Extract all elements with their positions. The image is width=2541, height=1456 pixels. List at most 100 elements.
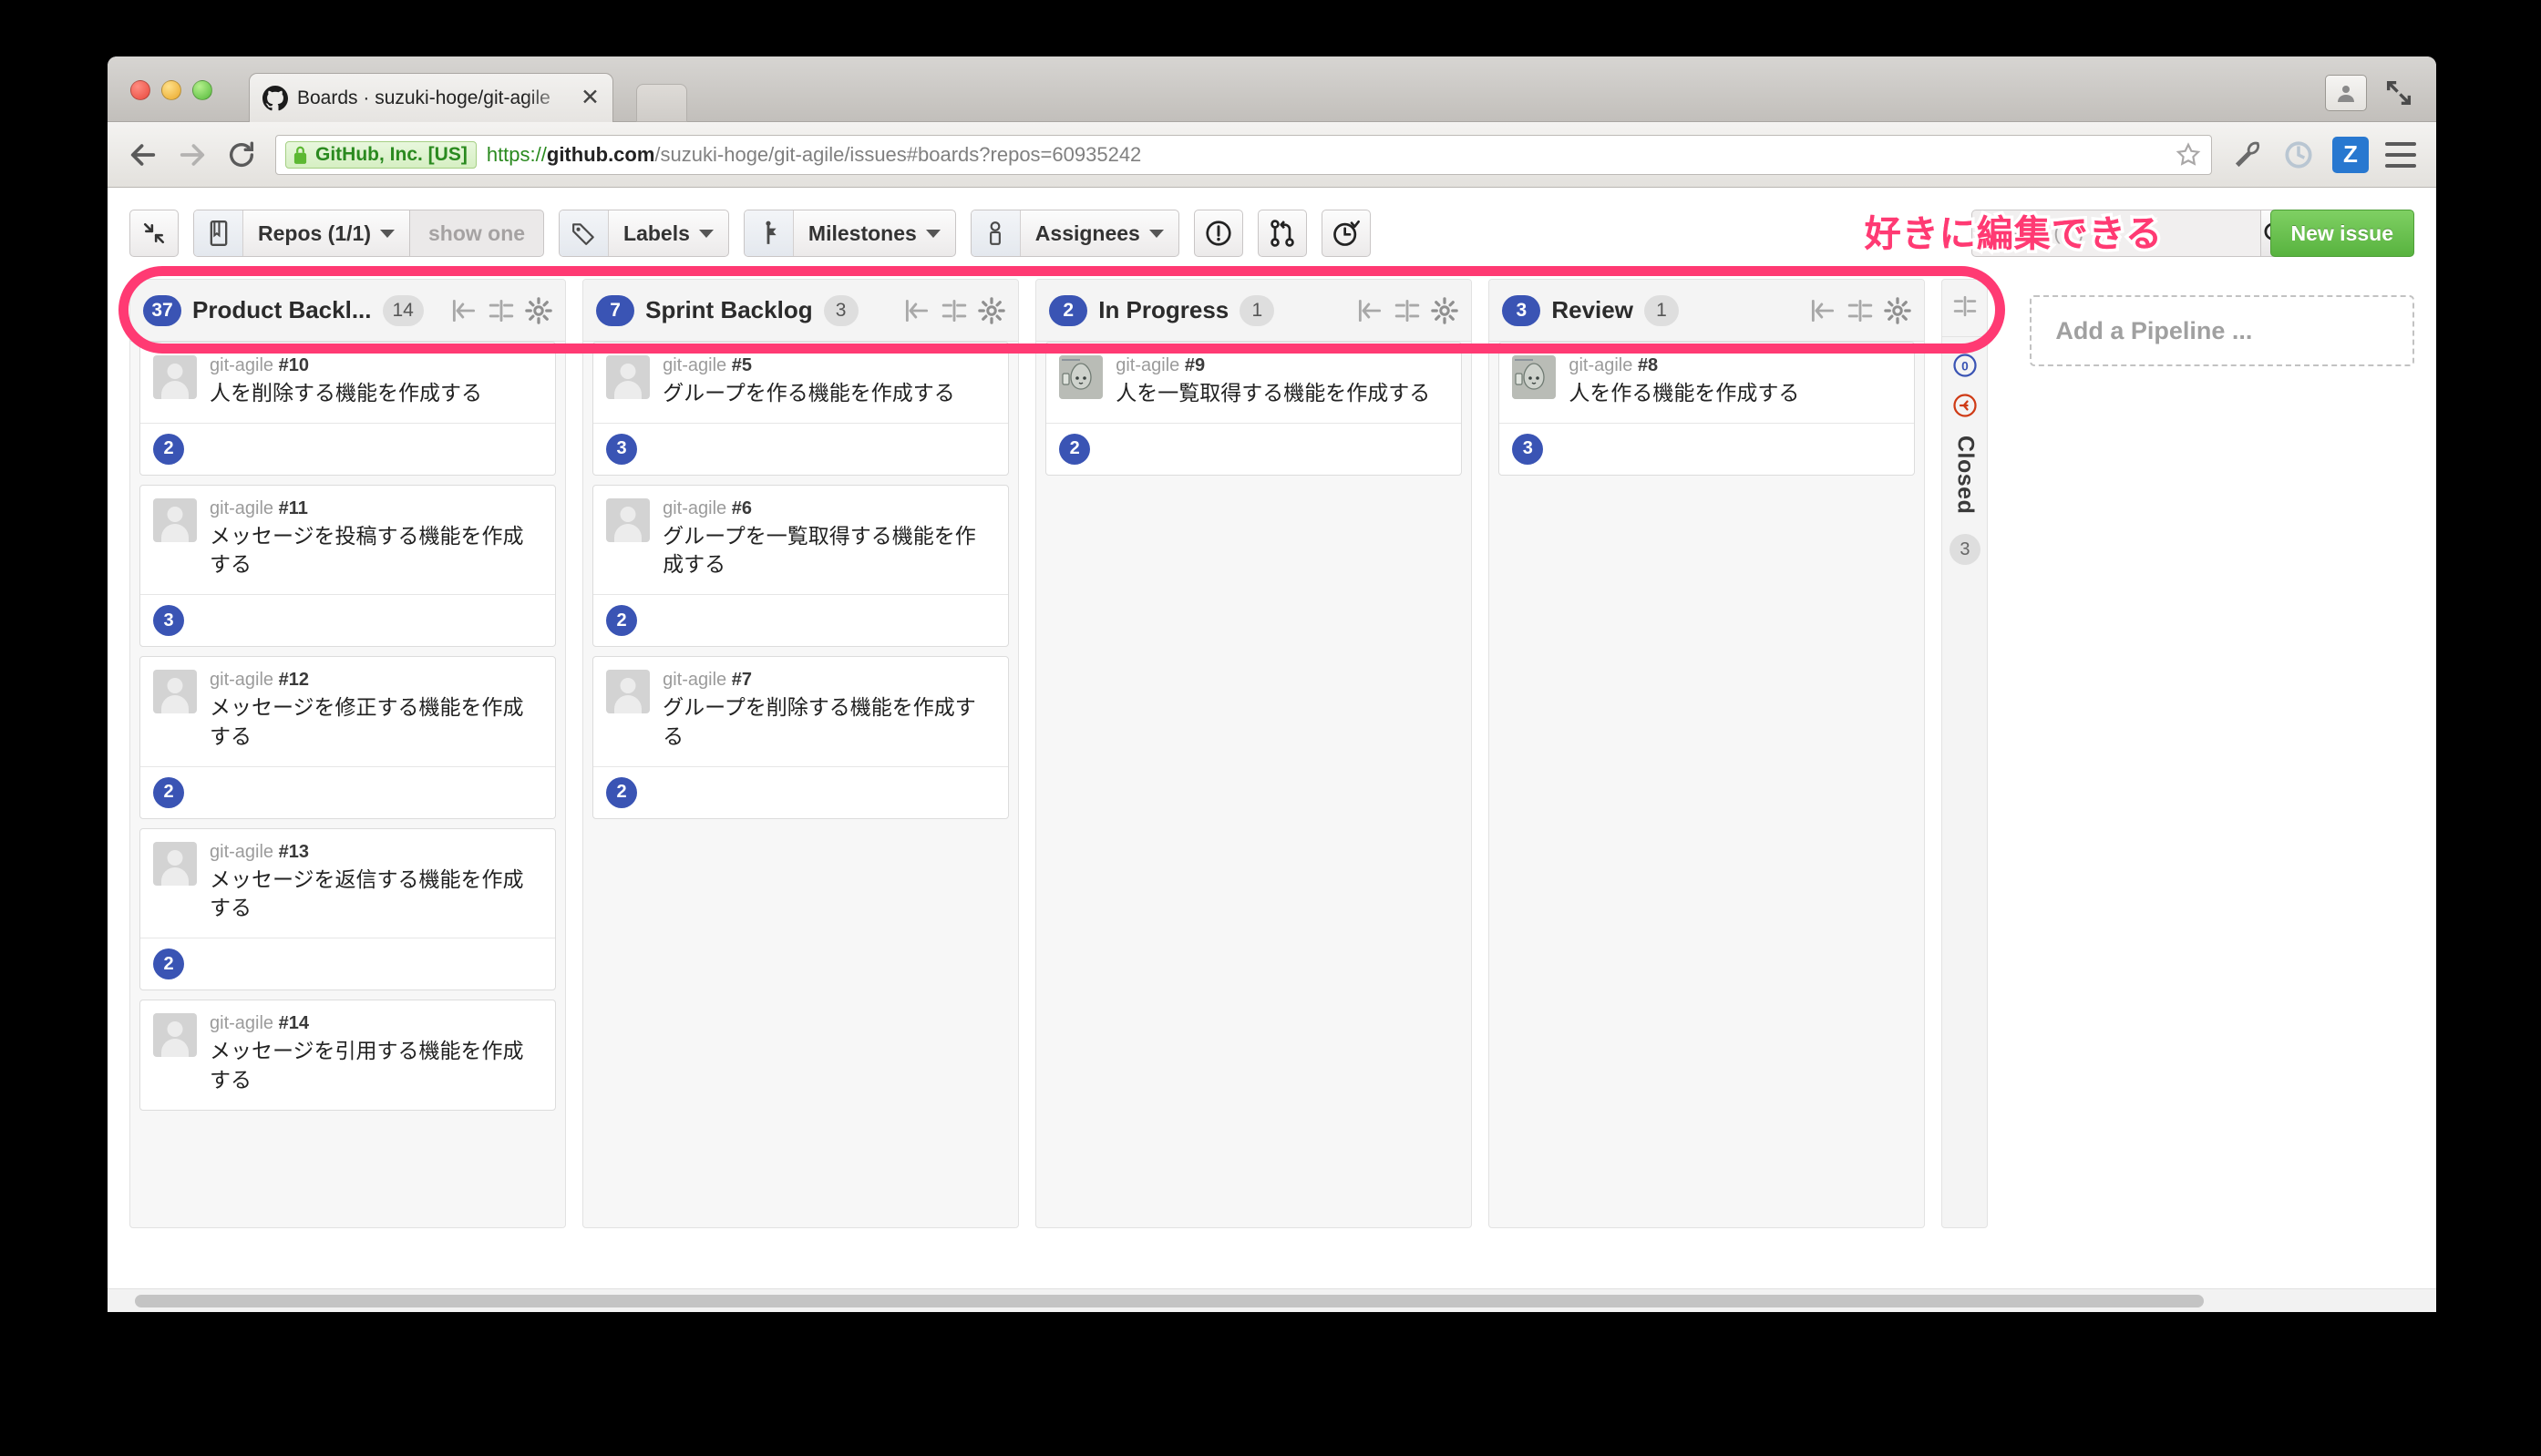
pipeline-tools <box>450 296 552 324</box>
estimate-badge[interactable]: 2 <box>153 433 184 465</box>
pipeline-sprint-backlog: 7 Sprint Backlog 3 git-agile #5 グループを作る機… <box>582 279 1020 1228</box>
issue-card-meta: git-agile #10 <box>210 355 542 376</box>
issue-card[interactable]: git-agile #14 メッセージを引用する機能を作成する <box>139 1000 557 1111</box>
pipeline-title: Product Backl... <box>192 296 372 323</box>
bookmark-star-icon[interactable] <box>2175 141 2202 169</box>
collapse-column-icon[interactable] <box>941 299 968 323</box>
close-window-button[interactable] <box>130 80 150 100</box>
close-tab-icon[interactable]: ✕ <box>575 87 600 109</box>
move-left-icon[interactable] <box>450 299 478 323</box>
browser-tabstrip: Boards · suzuki-hoge/git-agile ✕ <box>108 56 2436 122</box>
address-bar[interactable]: GitHub, Inc. [US] https://github.com/suz… <box>275 134 2212 175</box>
fullscreen-icon[interactable] <box>2383 77 2414 108</box>
issue-card[interactable]: git-agile #9 人を一覧取得する機能を作成する 2 <box>1045 342 1463 476</box>
add-pipeline-button[interactable]: Add a Pipeline ... <box>2030 295 2414 366</box>
gear-icon[interactable] <box>1884 296 1912 324</box>
issue-repo: git-agile <box>1116 355 1180 375</box>
issue-card[interactable]: git-agile #8 人を作る機能を作成する 3 <box>1498 342 1916 476</box>
browser-extensions: Z <box>2230 136 2416 173</box>
maximize-window-button[interactable] <box>192 80 212 100</box>
avatar-photo-icon <box>1512 355 1557 399</box>
estimate-badge[interactable]: 3 <box>606 433 638 465</box>
profile-button[interactable] <box>2325 75 2367 111</box>
milestones-button[interactable]: Milestones <box>743 210 956 257</box>
new-issue-button[interactable]: New issue <box>2269 210 2414 257</box>
reload-icon[interactable] <box>226 139 257 170</box>
repos-button-label-wrap: Repos (1/1) <box>243 221 409 246</box>
pipeline-header: 2 In Progress 1 <box>1036 280 1472 342</box>
collapse-column-icon[interactable] <box>488 299 515 323</box>
move-left-icon[interactable] <box>1809 299 1836 323</box>
pipeline-tools <box>1809 296 1912 324</box>
milestones-button-label-wrap: Milestones <box>794 221 955 246</box>
browser-tab[interactable]: Boards · suzuki-hoge/git-agile ✕ <box>249 73 613 122</box>
issue-card[interactable]: git-agile #13 メッセージを返信する機能を作成する 2 <box>139 827 557 991</box>
estimate-badge[interactable]: 2 <box>606 776 638 808</box>
issue-card[interactable]: git-agile #7 グループを削除する機能を作成する 2 <box>592 656 1010 819</box>
issue-title: 人を一覧取得する機能を作成する <box>1116 381 1431 405</box>
estimate-badge[interactable]: 2 <box>606 605 638 637</box>
move-left-icon[interactable] <box>1356 299 1384 323</box>
avatar <box>153 1013 197 1058</box>
assignees-button[interactable]: Assignees <box>970 210 1179 257</box>
show-one-button[interactable]: show one <box>408 210 545 257</box>
issue-repo: git-agile <box>1569 355 1633 375</box>
issue-card-meta: git-agile #14 <box>210 1013 542 1034</box>
issue-title: グループを作る機能を作成する <box>663 381 955 405</box>
url-scheme: https:// <box>486 142 547 166</box>
labels-button[interactable]: Labels <box>559 210 729 257</box>
assignees-button-label-wrap: Assignees <box>1021 221 1178 246</box>
avatar <box>153 670 197 714</box>
expand-column-icon[interactable] <box>1949 292 1980 320</box>
issue-card-text: git-agile #13 メッセージを返信する機能を作成する <box>210 842 542 923</box>
filter-pull-requests-button[interactable] <box>1257 210 1307 257</box>
minimize-window-button[interactable] <box>161 80 181 100</box>
pipeline-cards: git-agile #8 人を作る機能を作成する 3 <box>1489 342 1924 1227</box>
pipeline-closed-collapsed[interactable]: 0 Closed 3 <box>1941 279 1989 1228</box>
collapse-column-icon[interactable] <box>1394 299 1421 323</box>
estimate-badge[interactable]: 3 <box>153 605 184 637</box>
estimate-badge[interactable]: 2 <box>153 776 184 808</box>
issue-title: 人を削除する機能を作成する <box>210 381 482 405</box>
repos-button-label: Repos (1/1) <box>258 220 371 245</box>
issue-card[interactable]: git-agile #6 グループを一覧取得する機能を作成する 2 <box>592 484 1010 648</box>
issue-repo: git-agile <box>210 670 274 691</box>
url-host: github.com <box>546 142 655 166</box>
pipeline-header: 37 Product Backl... 14 <box>130 280 566 342</box>
refresh-extension-icon[interactable] <box>2281 138 2316 172</box>
horizontal-scrollbar[interactable] <box>108 1288 2436 1312</box>
avatar <box>1059 355 1104 399</box>
issue-card[interactable]: git-agile #11 メッセージを投稿する機能を作成する 3 <box>139 484 557 648</box>
new-tab-button[interactable] <box>636 84 687 122</box>
browser-menu-icon[interactable] <box>2385 141 2416 168</box>
gear-icon[interactable] <box>978 296 1005 324</box>
labels-button-label: Labels <box>623 220 690 245</box>
estimate-badge[interactable]: 3 <box>1512 433 1544 465</box>
repos-button[interactable]: Repos (1/1) <box>193 210 409 257</box>
gear-icon[interactable] <box>525 296 552 324</box>
pipeline-points-badge: 37 <box>143 294 181 326</box>
filter-issues-button[interactable] <box>1193 210 1243 257</box>
collapse-all-button[interactable] <box>129 210 179 257</box>
move-left-icon[interactable] <box>903 299 931 323</box>
estimate-badge[interactable]: 2 <box>153 948 184 980</box>
issue-number: #13 <box>278 841 309 862</box>
zenhub-extension-icon[interactable]: Z <box>2332 136 2369 173</box>
estimate-badge[interactable]: 2 <box>1059 433 1091 465</box>
issue-card[interactable]: git-agile #5 グループを作る機能を作成する 3 <box>592 342 1010 476</box>
issue-card[interactable]: git-agile #12 メッセージを修正する機能を作成する 2 <box>139 656 557 819</box>
ssl-owner-label: GitHub, Inc. [US] <box>315 143 468 165</box>
assignee-icon-cell <box>971 210 1021 256</box>
issue-number: #5 <box>731 355 752 375</box>
filter-recently-updated-button[interactable] <box>1321 210 1371 257</box>
gear-icon[interactable] <box>1431 296 1459 324</box>
board-columns: 37 Product Backl... 14 git-agile #10 人を削… <box>108 266 2436 1228</box>
wrench-extension-icon[interactable] <box>2230 138 2265 172</box>
collapse-column-icon[interactable] <box>1847 299 1874 323</box>
forward-icon[interactable] <box>177 139 208 170</box>
scrollbar-thumb[interactable] <box>135 1295 2204 1307</box>
back-icon[interactable] <box>128 139 159 170</box>
issue-card[interactable]: git-agile #10 人を削除する機能を作成する 2 <box>139 342 557 476</box>
expand-column-icon-glyph <box>1953 295 1977 317</box>
issue-title: メッセージを引用する機能を作成する <box>210 1039 524 1092</box>
